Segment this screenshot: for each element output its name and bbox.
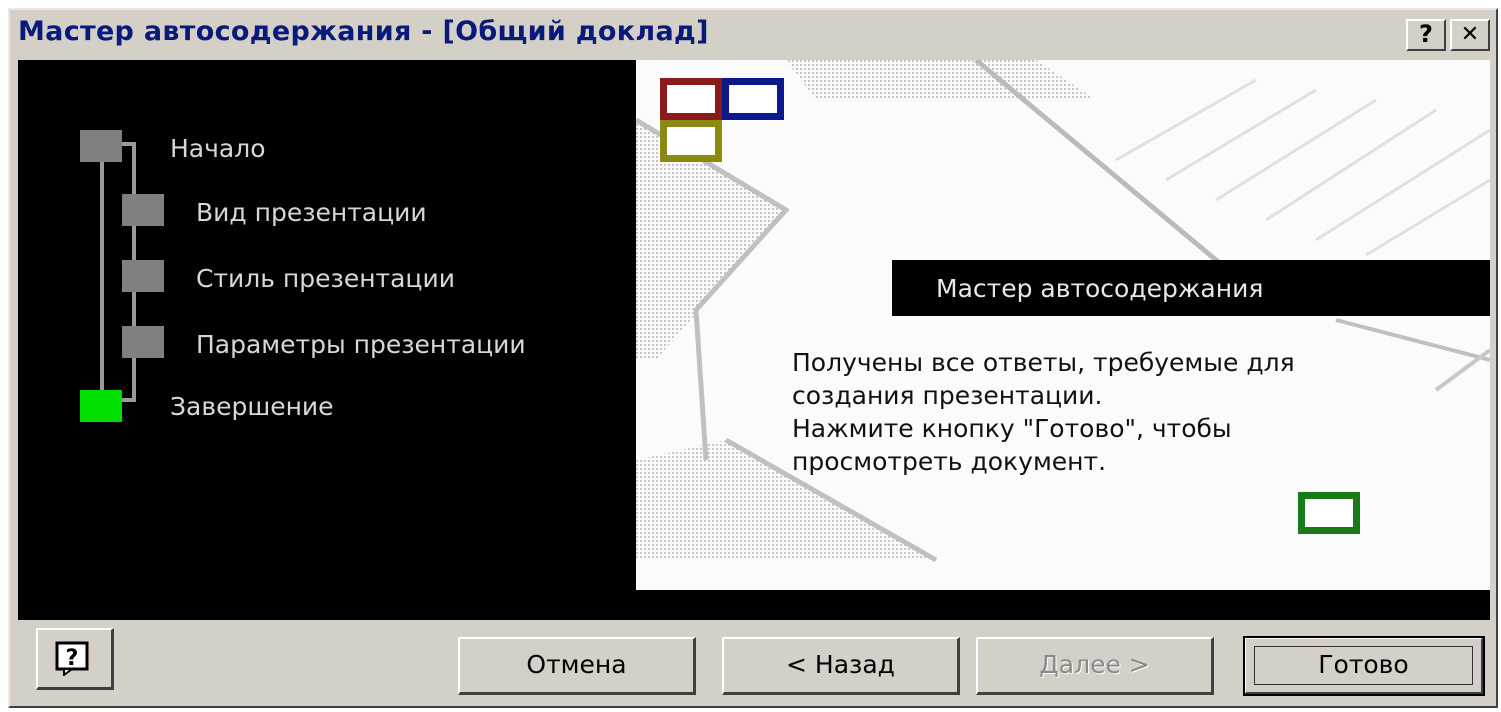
svg-text:?: ? [66, 646, 79, 671]
wizard-body: Начало Вид презентации Стиль презентации… [18, 60, 1490, 620]
help-title-button[interactable]: ? [1406, 19, 1446, 51]
step-marker-current [80, 390, 122, 422]
completion-message: Получены все ответы, требуемые для созда… [792, 346, 1490, 478]
red-square-decoration [660, 78, 722, 120]
step-label-options: Параметры презентации [196, 330, 526, 359]
step-label-finish: Завершение [170, 392, 334, 421]
blue-square-decoration [722, 78, 784, 120]
wizard-heading: Мастер автосодержания [936, 274, 1264, 303]
close-button[interactable]: ✕ [1450, 19, 1490, 51]
wizard-window: Мастер автосодержания - [Общий доклад] ?… [8, 8, 1498, 708]
steps-panel: Начало Вид презентации Стиль презентации… [18, 60, 636, 620]
preview-area: Мастер автосодержания Получены все ответ… [636, 60, 1490, 590]
step-marker-done [122, 194, 164, 226]
finish-button[interactable]: Готово [1243, 636, 1485, 696]
message-line: просмотреть документ. [792, 447, 1107, 476]
cancel-button[interactable]: Отмена [458, 637, 696, 695]
finish-button-label: Готово [1318, 650, 1409, 679]
step-marker-done [122, 260, 164, 292]
decorative-background [636, 60, 1490, 563]
step-marker-done [80, 130, 122, 162]
step-label-start: Начало [170, 134, 266, 163]
message-line: создания презентации. [792, 381, 1103, 410]
green-square-decoration [1298, 492, 1360, 534]
step-label-style: Стиль презентации [196, 264, 455, 293]
next-button[interactable]: Далее > [976, 637, 1214, 695]
title-bar[interactable]: Мастер автосодержания - [Общий доклад] ?… [10, 10, 1496, 60]
step-marker-done [122, 326, 164, 358]
olive-square-decoration [660, 120, 722, 162]
steps-connector-vertical [100, 142, 104, 400]
step-label-type: Вид презентации [196, 198, 427, 227]
message-line: Получены все ответы, требуемые для [792, 348, 1295, 377]
help-icon: ? [55, 641, 89, 676]
wizard-heading-bar: Мастер автосодержания [892, 260, 1490, 316]
message-line: Нажмите кнопку "Готово", чтобы [792, 414, 1232, 443]
help-button[interactable]: ? [36, 628, 114, 690]
window-title: Мастер автосодержания - [Общий доклад] [18, 16, 709, 47]
back-button[interactable]: < Назад [722, 637, 960, 695]
